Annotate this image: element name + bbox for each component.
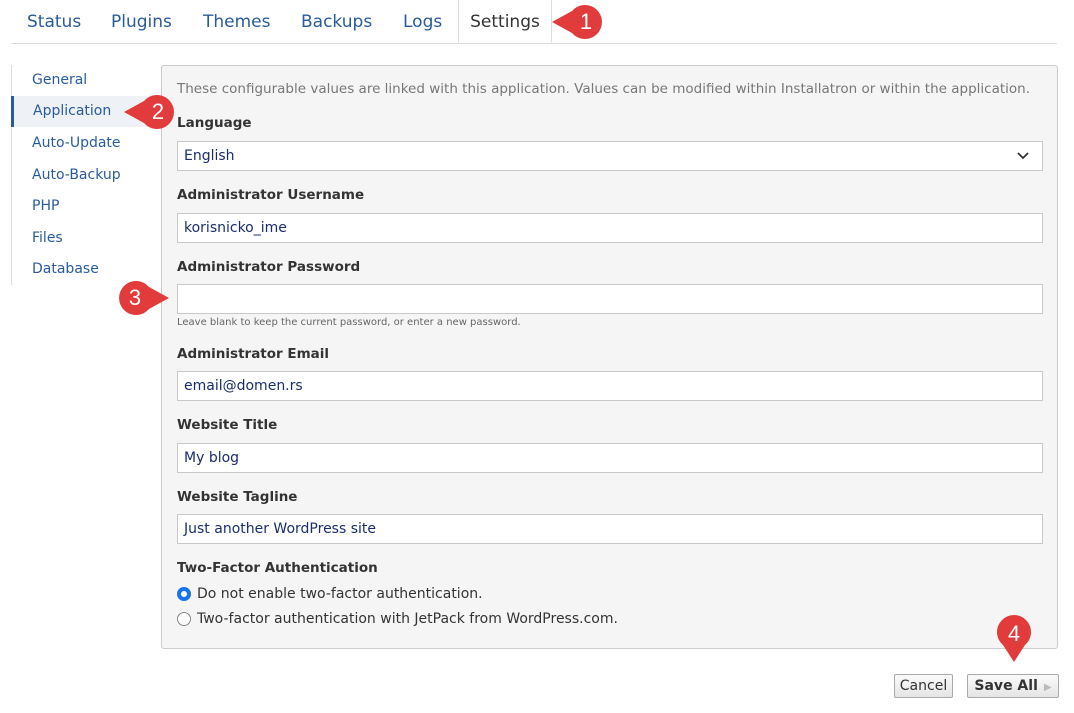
two-factor-option-disable[interactable]: Do not enable two-factor authentication. — [177, 584, 483, 604]
application-settings-panel: These configurable values are linked wit… — [161, 65, 1058, 649]
website-tagline-label: Website Tagline — [177, 489, 298, 505]
admin-username-label: Administrator Username — [177, 187, 365, 203]
tab-backups[interactable]: Backups — [301, 0, 372, 43]
settings-sidebar: General Application Auto-Update Auto-Bac… — [11, 65, 160, 285]
save-all-button[interactable]: Save All ▶ — [967, 674, 1059, 698]
top-tabs: Status Plugins Themes Backups Logs Setti… — [11, 0, 1057, 44]
callout-marker-4: 4 — [997, 615, 1031, 662]
sidebar-item-files[interactable]: Files — [12, 223, 160, 254]
sidebar-item-php[interactable]: PHP — [12, 191, 160, 222]
website-title-label: Website Title — [177, 417, 278, 433]
admin-password-label: Administrator Password — [177, 259, 361, 275]
two-factor-label: Two-Factor Authentication — [177, 560, 378, 576]
callout-marker-2: 2 — [124, 95, 175, 129]
sidebar-item-auto-backup[interactable]: Auto-Backup — [12, 160, 160, 191]
save-all-label: Save All — [974, 678, 1038, 694]
website-title-value: My blog — [184, 450, 240, 466]
two-factor-option-disable-label: Do not enable two-factor authentication. — [197, 586, 483, 602]
sidebar-item-general[interactable]: General — [12, 65, 160, 96]
website-tagline-value: Just another WordPress site — [184, 521, 377, 537]
admin-password-input[interactable] — [177, 284, 1043, 314]
radio-button-checked[interactable] — [177, 587, 191, 601]
admin-email-input[interactable]: email@domen.rs — [177, 371, 1043, 401]
admin-email-label: Administrator Email — [177, 346, 330, 362]
language-label: Language — [177, 115, 252, 131]
admin-email-value: email@domen.rs — [184, 378, 303, 394]
password-help-text: Leave blank to keep the current password… — [177, 317, 521, 328]
website-title-input[interactable]: My blog — [177, 443, 1043, 473]
cancel-button[interactable]: Cancel — [894, 674, 953, 698]
intro-text: These configurable values are linked wit… — [177, 81, 1030, 97]
tab-plugins[interactable]: Plugins — [111, 0, 172, 43]
sidebar-item-auto-update[interactable]: Auto-Update — [12, 128, 160, 159]
radio-button[interactable] — [177, 612, 191, 626]
chevron-down-icon — [1017, 152, 1029, 160]
language-value: English — [184, 148, 235, 164]
tab-themes[interactable]: Themes — [203, 0, 271, 43]
admin-username-value: korisnicko_ime — [184, 220, 287, 236]
admin-username-input[interactable]: korisnicko_ime — [177, 213, 1043, 243]
two-factor-option-jetpack[interactable]: Two-factor authentication with JetPack f… — [177, 609, 618, 629]
tab-settings[interactable]: Settings — [458, 0, 552, 43]
tab-logs[interactable]: Logs — [403, 0, 442, 43]
play-arrow-icon: ▶ — [1043, 682, 1052, 693]
website-tagline-input[interactable]: Just another WordPress site — [177, 514, 1043, 544]
callout-marker-3: 3 — [118, 281, 169, 315]
two-factor-option-jetpack-label: Two-factor authentication with JetPack f… — [197, 611, 618, 627]
callout-marker-1: 1 — [552, 5, 603, 39]
language-select[interactable]: English — [177, 141, 1043, 171]
tab-status[interactable]: Status — [27, 0, 81, 43]
